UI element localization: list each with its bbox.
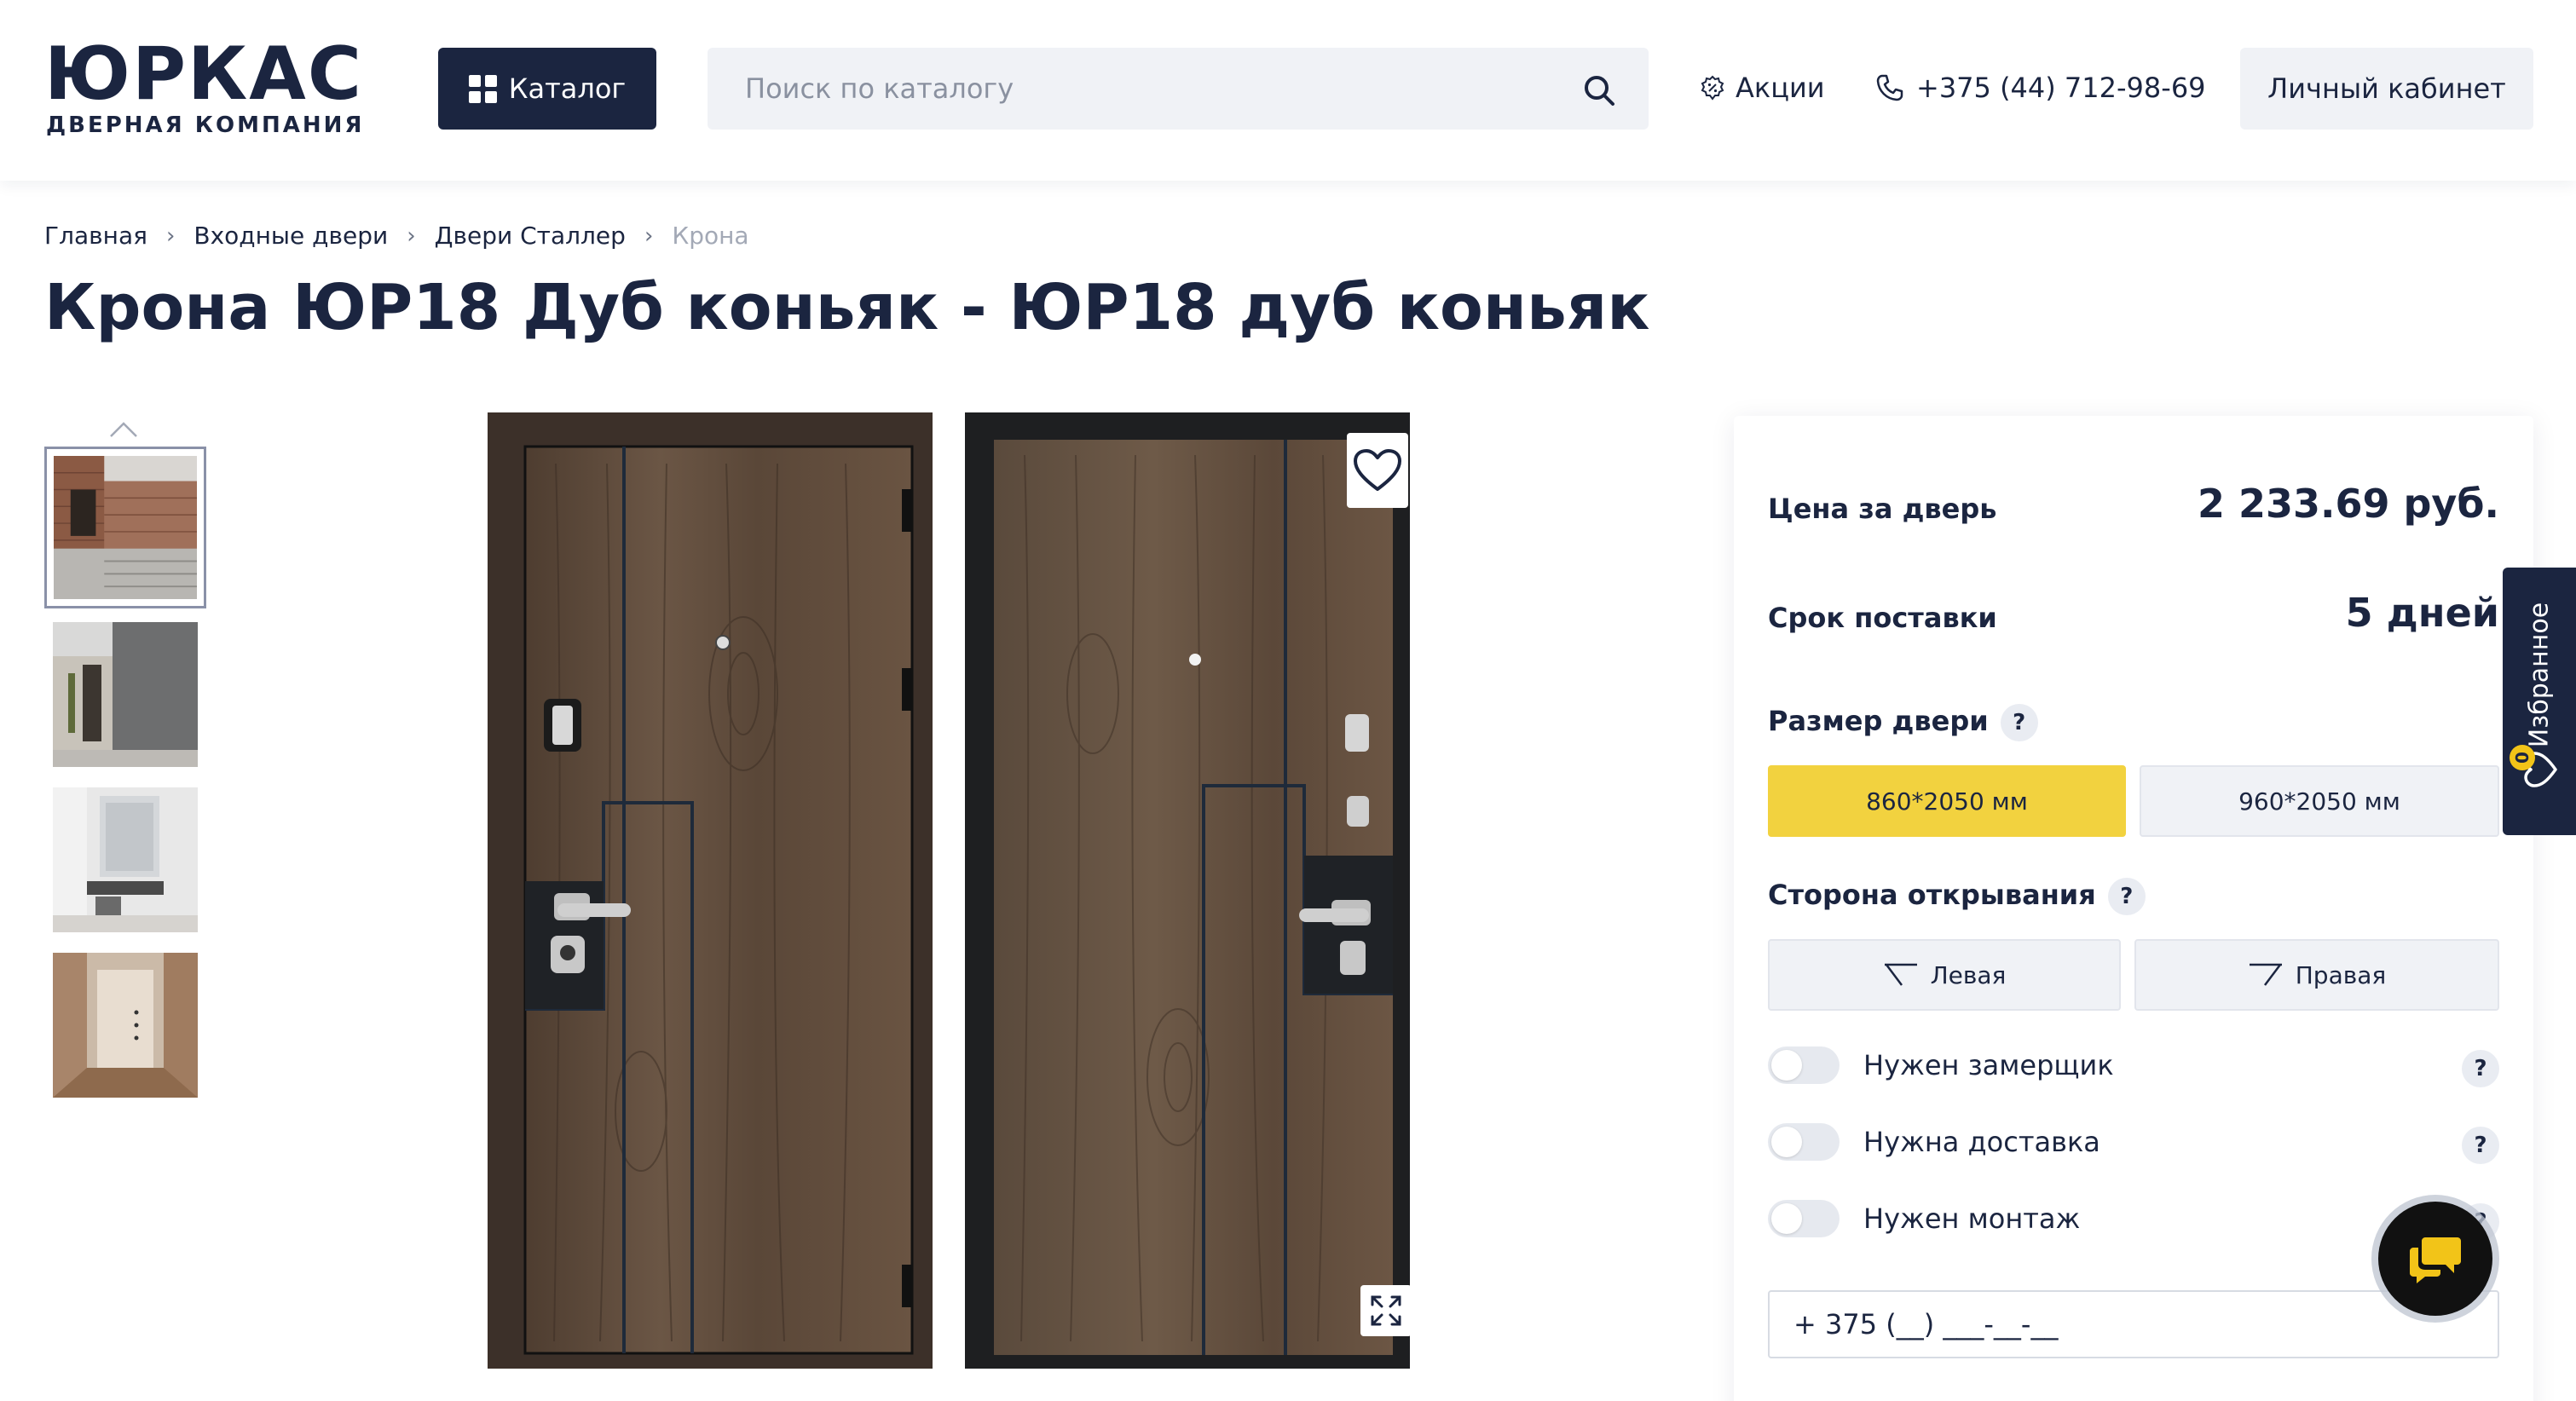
page-title: Крона ЮР18 Дуб коньяк - ЮР18 дуб коньяк — [44, 271, 1650, 344]
search-icon[interactable] — [1582, 73, 1616, 107]
logo-text: ЮРКАС — [44, 32, 363, 117]
price-value: 2 233.69 руб. — [2197, 481, 2499, 527]
help-icon[interactable]: ? — [2107, 878, 2146, 915]
add-to-favorites-button[interactable] — [1347, 433, 1408, 508]
size-label-text: Размер двери — [1768, 705, 1989, 737]
phone-icon — [1876, 74, 1903, 101]
delivery-value: 5 дней — [2345, 590, 2499, 636]
toggle-label: Нужен монтаж — [1863, 1202, 2081, 1235]
chat-icon — [2410, 1237, 2461, 1283]
breadcrumb-home[interactable]: Главная — [44, 222, 147, 250]
side-option-label: Левая — [1930, 960, 2007, 989]
installation-toggle-row: Нужен монтаж — [1768, 1200, 2080, 1237]
opening-side-label-text: Сторона открывания — [1768, 879, 2096, 911]
breadcrumb: Главная › Входные двери › Двери Сталлер … — [44, 222, 749, 250]
discount-badge-icon — [1701, 75, 1724, 101]
chevron-right-icon: › — [644, 222, 654, 249]
catalog-button[interactable]: Каталог — [438, 48, 656, 130]
gallery-thumbnail-2[interactable] — [53, 622, 198, 767]
favorites-tab-label: Избранное — [2524, 602, 2555, 747]
chevron-up-icon[interactable] — [109, 421, 138, 438]
door-back-image[interactable] — [965, 412, 1410, 1369]
gallery-thumbnail-4[interactable] — [53, 953, 198, 1098]
logo[interactable]: ЮРКАС ДВЕРНАЯ КОМПАНИЯ — [44, 37, 394, 140]
promo-link[interactable]: Акции — [1700, 72, 1825, 104]
side-option-left[interactable]: Левая — [1768, 939, 2121, 1011]
gallery-thumbnail-3[interactable] — [53, 787, 198, 932]
phone-field[interactable] — [1768, 1290, 2499, 1358]
site-header: ЮРКАС ДВЕРНАЯ КОМПАНИЯ Каталог Акции +37… — [0, 0, 2576, 181]
measurer-toggle-row: Нужен замерщик — [1768, 1046, 2114, 1084]
delivery-toggle[interactable] — [1768, 1123, 1840, 1161]
phone-link[interactable]: +375 (44) 712-98-69 — [1875, 72, 2206, 104]
help-icon[interactable]: ? — [2462, 1127, 2499, 1164]
search-box — [708, 48, 1649, 130]
favorites-side-tab[interactable]: Избранное 0 — [2503, 568, 2576, 835]
door-front-image[interactable] — [488, 412, 933, 1369]
search-input[interactable] — [708, 48, 1560, 130]
grid-icon — [468, 74, 497, 103]
facade-image — [54, 456, 197, 599]
price-label: Цена за дверь — [1768, 493, 1997, 525]
delivery-toggle-row: Нужна доставка — [1768, 1123, 2100, 1161]
expand-icon — [1371, 1295, 1401, 1326]
logo-subtitle: ДВЕРНАЯ КОМПАНИЯ — [46, 112, 365, 138]
size-option-860[interactable]: 860*2050 мм — [1768, 765, 2126, 837]
chevron-right-icon: › — [407, 222, 416, 249]
chevron-right-icon: › — [165, 222, 176, 249]
size-option-label: 960*2050 мм — [2238, 787, 2400, 816]
installation-toggle[interactable] — [1768, 1200, 1840, 1237]
side-option-right[interactable]: Правая — [2134, 939, 2499, 1011]
side-option-label: Правая — [2295, 960, 2387, 989]
concrete-hall-image — [53, 622, 198, 767]
favorites-count-badge: 0 — [2510, 745, 2535, 770]
white-hall-image — [53, 787, 198, 932]
breadcrumb-staller-doors[interactable]: Двери Сталлер — [435, 222, 626, 250]
size-label: Размер двери? — [1768, 704, 2038, 741]
fullscreen-button[interactable] — [1360, 1285, 1412, 1336]
opening-side-label: Сторона открывания? — [1768, 878, 2146, 915]
size-option-960[interactable]: 960*2050 мм — [2140, 765, 2499, 837]
account-button-label: Личный кабинет — [2267, 72, 2506, 105]
account-button[interactable]: Личный кабинет — [2240, 48, 2533, 130]
toggle-label: Нужна доставка — [1863, 1126, 2100, 1158]
phone-number: +375 (44) 712-98-69 — [1916, 72, 2206, 104]
measurer-toggle[interactable] — [1768, 1046, 1840, 1084]
logo-wordmark: ЮРКАС — [44, 37, 363, 111]
heart-icon — [1354, 449, 1401, 491]
size-option-label: 860*2050 мм — [1866, 787, 2028, 816]
toggle-label: Нужен замерщик — [1863, 1049, 2114, 1081]
delivery-label: Срок поставки — [1768, 602, 1997, 634]
door-left-icon — [1884, 963, 1917, 986]
breadcrumb-current: Крона — [672, 222, 749, 250]
catalog-button-label: Каталог — [508, 72, 627, 105]
gallery-thumbnail-1[interactable] — [44, 447, 206, 608]
help-icon[interactable]: ? — [2000, 704, 2038, 741]
beige-corridor-image — [53, 953, 198, 1098]
breadcrumb-entrance-doors[interactable]: Входные двери — [193, 222, 388, 250]
promo-label: Акции — [1736, 72, 1825, 104]
chat-button[interactable] — [2378, 1202, 2492, 1316]
door-right-icon — [2249, 963, 2282, 986]
help-icon[interactable]: ? — [2462, 1050, 2499, 1087]
